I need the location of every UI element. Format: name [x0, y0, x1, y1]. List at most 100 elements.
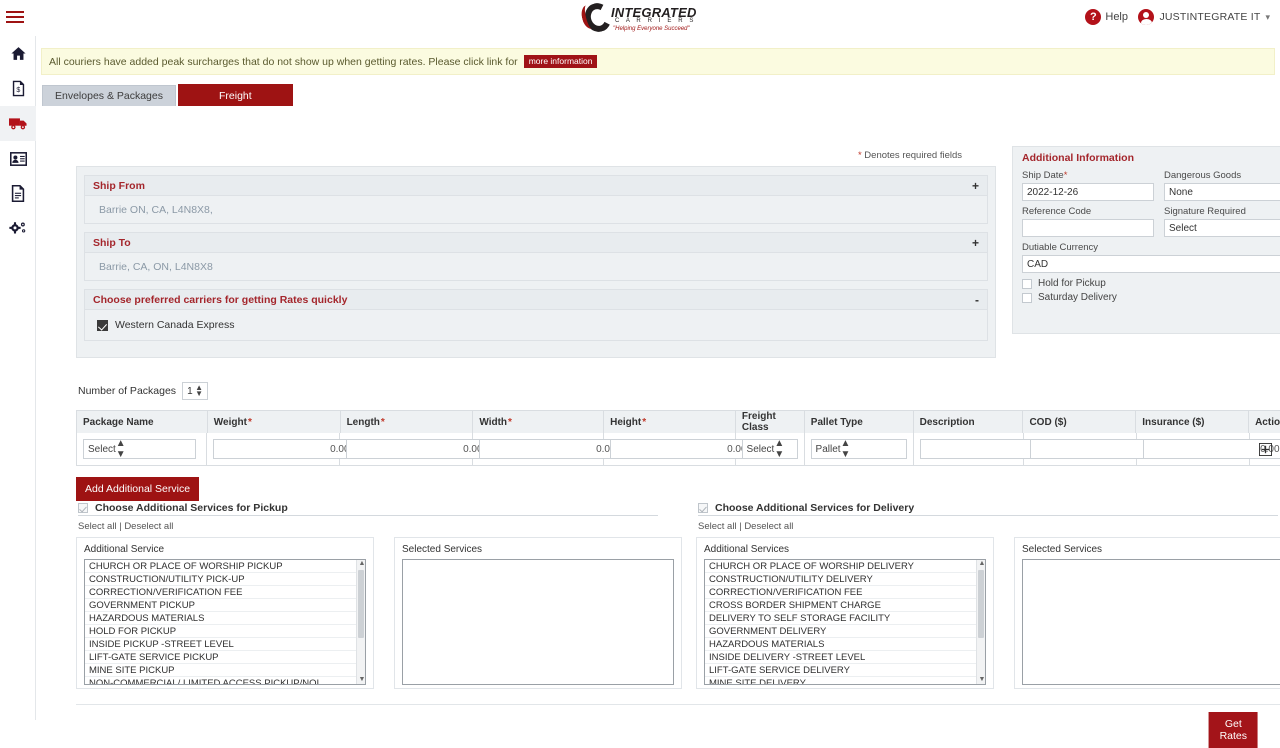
preferred-carriers-toggle-icon[interactable]: -: [975, 294, 979, 306]
scrollbar-thumb[interactable]: [358, 570, 364, 638]
sidebar-item-invoices[interactable]: $: [0, 71, 36, 106]
delivery-select-all[interactable]: Select all: [698, 521, 737, 532]
freight-class-select[interactable]: Select ▲ ▼: [741, 438, 798, 460]
signature-required-select[interactable]: Select ▲▼: [1164, 219, 1280, 237]
list-item[interactable]: LIFT-GATE SERVICE DELIVERY: [705, 664, 985, 677]
number-of-packages-select[interactable]: 1 ▲ ▼: [182, 382, 209, 400]
help-label: Help: [1105, 11, 1128, 23]
scroll-up-icon[interactable]: ▲: [979, 560, 986, 568]
settings-icon: [9, 221, 27, 237]
number-of-packages-group: Number of Packages 1 ▲ ▼: [78, 382, 209, 400]
help-button[interactable]: ? Help: [1085, 9, 1128, 25]
list-item[interactable]: CROSS BORDER SHIPMENT CHARGE: [705, 599, 985, 612]
list-item[interactable]: MINE SITE PICKUP: [85, 664, 365, 677]
ship-from-value[interactable]: Barrie ON, CA, L4N8X8,: [84, 196, 988, 224]
ship-from-header[interactable]: Ship From +: [84, 175, 988, 196]
signature-required-value: Select: [1169, 222, 1197, 234]
dutiable-currency-label: Dutiable Currency: [1022, 242, 1099, 253]
list-item[interactable]: CORRECTION/VERIFICATION FEE: [705, 586, 985, 599]
sidebar-item-address-book[interactable]: [0, 141, 36, 176]
cell-pallet-type: Pallet ▲ ▼: [805, 433, 914, 465]
scroll-down-icon[interactable]: ▼: [359, 676, 366, 684]
dangerous-goods-select[interactable]: None ▲▼: [1164, 183, 1280, 201]
user-menu[interactable]: JUSTINTEGRATE IT ▾: [1138, 9, 1270, 25]
list-item[interactable]: MINE SITE DELIVERY: [705, 677, 985, 684]
saturday-delivery-label: Saturday Delivery: [1038, 292, 1117, 303]
col-package-name: Package Name: [77, 411, 208, 433]
scroll-up-icon[interactable]: ▲: [359, 560, 366, 568]
col-height: Height *: [604, 411, 736, 433]
ship-date-input[interactable]: [1022, 183, 1154, 201]
address-book-icon: [9, 151, 27, 166]
weight-input[interactable]: [212, 439, 355, 459]
col-actions: Actions: [1255, 416, 1280, 428]
hold-for-pickup-checkbox[interactable]: [1022, 278, 1032, 289]
cell-width: in: [473, 433, 629, 465]
list-item[interactable]: NON-COMMERCIAL/ LIMITED ACCESS PICKUP/NO…: [85, 677, 365, 684]
list-item[interactable]: CHURCH OR PLACE OF WORSHIP PICKUP: [85, 560, 365, 573]
length-input[interactable]: [345, 439, 488, 459]
user-name: JUSTINTEGRATE IT: [1159, 11, 1261, 23]
list-item[interactable]: INSIDE PICKUP -STREET LEVEL: [85, 638, 365, 651]
additional-information-title: Additional Information: [1022, 152, 1134, 164]
banner-text: All couriers have added peak surcharges …: [49, 55, 518, 68]
pickup-select-all[interactable]: Select all: [78, 521, 117, 532]
dutiable-currency-select[interactable]: CAD ▲▼: [1022, 255, 1280, 273]
list-item[interactable]: DELIVERY TO SELF STORAGE FACILITY: [705, 612, 985, 625]
delivery-selected-list[interactable]: [1022, 559, 1280, 685]
sidebar-item-home[interactable]: [0, 36, 36, 71]
delivery-services-checkbox[interactable]: [698, 503, 708, 513]
list-item[interactable]: GOVERNMENT PICKUP: [85, 599, 365, 612]
packages-table-header: Package Name Weight * Length * Width * Heig…: [77, 411, 1280, 433]
list-item[interactable]: CHURCH OR PLACE OF WORSHIP DELIVERY: [705, 560, 985, 573]
ship-to-header[interactable]: Ship To +: [84, 232, 988, 253]
pickup-list-scrollbar[interactable]: ▲ ▼: [356, 560, 365, 684]
reference-code-input[interactable]: [1022, 219, 1154, 237]
pickup-services-checkbox[interactable]: [78, 503, 88, 513]
sidebar-item-reports[interactable]: [0, 176, 36, 211]
scrollbar-thumb[interactable]: [978, 570, 984, 638]
get-rates-button[interactable]: Get Rates: [1208, 712, 1258, 748]
ship-from-toggle-icon[interactable]: +: [972, 180, 979, 192]
sidebar-item-settings[interactable]: [0, 211, 36, 246]
width-input[interactable]: [478, 439, 621, 459]
saturday-delivery-checkbox[interactable]: [1022, 292, 1032, 303]
tab-envelopes-packages[interactable]: Envelopes & Packages: [42, 85, 176, 106]
pickup-selected-services-box: Selected Services: [394, 537, 682, 689]
delivery-list-scrollbar[interactable]: ▲ ▼: [976, 560, 985, 684]
pickup-selected-list[interactable]: [402, 559, 674, 685]
logo-sub: C A R R I E R S: [615, 18, 697, 24]
delivery-deselect-all[interactable]: Deselect all: [744, 521, 793, 532]
scroll-down-icon[interactable]: ▼: [979, 676, 986, 684]
ship-to-title: Ship To: [93, 236, 131, 249]
add-additional-service-button[interactable]: Add Additional Service: [76, 477, 200, 501]
more-information-link[interactable]: more information: [523, 54, 598, 69]
saturday-delivery-row: Saturday Delivery: [1022, 292, 1280, 303]
tab-freight[interactable]: Freight: [177, 84, 293, 106]
ship-to-value[interactable]: Barrie, CA, ON, L4N8X8: [84, 253, 988, 281]
ship-to-toggle-icon[interactable]: +: [972, 237, 979, 249]
pickup-services-list[interactable]: CHURCH OR PLACE OF WORSHIP PICKUP CONSTR…: [84, 559, 366, 685]
carrier-checkbox[interactable]: [97, 319, 108, 331]
list-item[interactable]: HOLD FOR PICKUP: [85, 625, 365, 638]
list-item[interactable]: LIFT-GATE SERVICE PICKUP: [85, 651, 365, 664]
list-item[interactable]: CONSTRUCTION/UTILITY DELIVERY: [705, 573, 985, 586]
pickup-deselect-all[interactable]: Deselect all: [124, 521, 173, 532]
list-item[interactable]: CORRECTION/VERIFICATION FEE: [85, 586, 365, 599]
carrier-label: Western Canada Express: [115, 319, 235, 331]
hamburger-icon[interactable]: [6, 11, 24, 25]
pallet-type-select[interactable]: Pallet ▲ ▼: [810, 438, 907, 460]
sidebar-item-shipping[interactable]: [0, 106, 36, 141]
list-item[interactable]: HAZARDOUS MATERIALS: [705, 638, 985, 651]
delivery-services-list[interactable]: CHURCH OR PLACE OF WORSHIP DELIVERY CONS…: [704, 559, 986, 685]
preferred-carriers-header[interactable]: Choose preferred carriers for getting Ra…: [84, 289, 988, 310]
list-item[interactable]: CONSTRUCTION/UTILITY PICK-UP: [85, 573, 365, 586]
svg-text:$: $: [16, 86, 20, 94]
list-item[interactable]: GOVERNMENT DELIVERY: [705, 625, 985, 638]
height-input[interactable]: [609, 439, 752, 459]
pickup-selected-label: Selected Services: [402, 544, 483, 555]
list-item[interactable]: HAZARDOUS MATERIALS: [85, 612, 365, 625]
add-row-icon[interactable]: [1258, 442, 1272, 456]
package-name-select[interactable]: Select ▲ ▼: [83, 438, 196, 460]
list-item[interactable]: INSIDE DELIVERY -STREET LEVEL: [705, 651, 985, 664]
